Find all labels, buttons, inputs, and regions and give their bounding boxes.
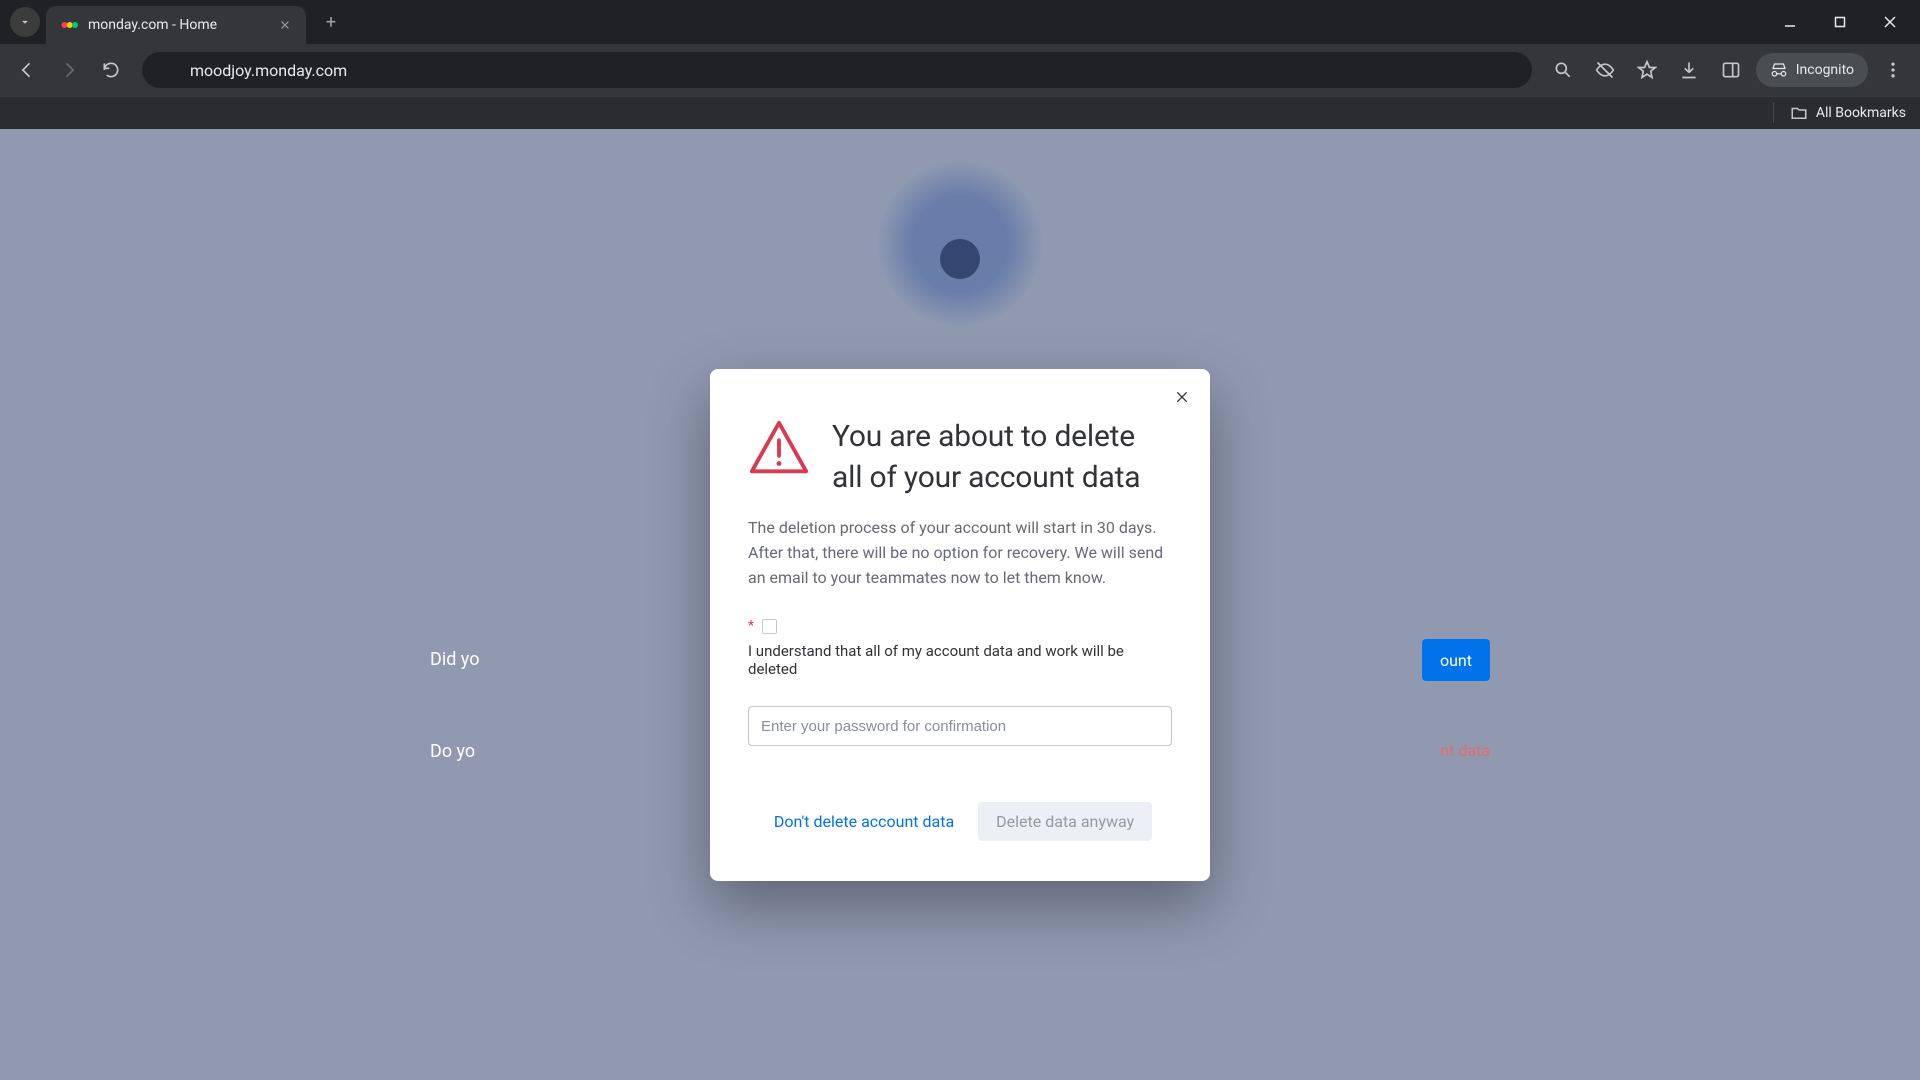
window-controls <box>1768 6 1912 38</box>
bookmark-star-icon[interactable] <box>1630 53 1664 87</box>
background-danger-link[interactable]: nt data <box>1440 741 1490 760</box>
zoom-icon[interactable] <box>1546 53 1580 87</box>
new-tab-button[interactable]: + <box>316 7 346 37</box>
eye-off-icon[interactable] <box>1588 53 1622 87</box>
incognito-indicator[interactable]: Incognito <box>1756 53 1868 87</box>
site-info-icon[interactable] <box>156 59 178 81</box>
downloads-icon[interactable] <box>1672 53 1706 87</box>
toolbar-right-icons: Incognito <box>1546 53 1910 87</box>
background-primary-button[interactable]: ount <box>1422 639 1490 681</box>
browser-chrome: monday.com - Home + moodjoy.monday.com <box>0 0 1920 129</box>
nav-reload-button[interactable] <box>94 53 128 87</box>
browser-toolbar: moodjoy.monday.com Incognito <box>0 44 1920 96</box>
cancel-delete-button[interactable]: Don't delete account data <box>768 802 960 841</box>
consent-checkbox[interactable] <box>762 619 777 634</box>
bookmarks-bar: All Bookmarks <box>0 96 1920 129</box>
modal-title: You are about to delete all of your acco… <box>832 417 1172 498</box>
address-bar[interactable]: moodjoy.monday.com <box>142 52 1532 88</box>
consent-label: I understand that all of my account data… <box>748 642 1172 678</box>
browser-menu-button[interactable] <box>1876 53 1910 87</box>
side-panel-icon[interactable] <box>1714 53 1748 87</box>
address-bar-url: moodjoy.monday.com <box>190 61 347 80</box>
incognito-label: Incognito <box>1796 62 1854 78</box>
background-question-1: Did yo <box>430 649 479 670</box>
consent-block: * I understand that all of my account da… <box>748 618 1172 678</box>
tab-search-button[interactable] <box>10 7 40 37</box>
tab-title: monday.com - Home <box>88 17 217 33</box>
bookmarks-divider <box>1773 103 1774 123</box>
tab-favicon <box>60 16 78 34</box>
modal-description: The deletion process of your account wil… <box>748 516 1172 590</box>
tab-strip: monday.com - Home + <box>0 0 1920 44</box>
window-maximize-button[interactable] <box>1818 6 1862 38</box>
nav-forward-button[interactable] <box>52 53 86 87</box>
window-close-button[interactable] <box>1868 6 1912 38</box>
modal-close-button[interactable] <box>1168 383 1196 411</box>
all-bookmarks-label: All Bookmarks <box>1816 105 1906 121</box>
background-question-2: Do yo <box>430 741 475 762</box>
nav-back-button[interactable] <box>10 53 44 87</box>
tab-close-button[interactable] <box>278 18 292 32</box>
all-bookmarks-button[interactable]: All Bookmarks <box>1790 104 1906 122</box>
delete-account-modal: You are about to delete all of your acco… <box>710 369 1210 881</box>
required-asterisk: * <box>748 618 754 634</box>
window-minimize-button[interactable] <box>1768 6 1812 38</box>
browser-tab[interactable]: monday.com - Home <box>46 6 306 44</box>
confirm-delete-button[interactable]: Delete data anyway <box>978 802 1152 841</box>
warning-triangle-icon <box>748 417 810 483</box>
page-viewport: Did yo ount Do yo nt data You are about … <box>0 129 1920 1080</box>
password-input[interactable] <box>748 706 1172 746</box>
